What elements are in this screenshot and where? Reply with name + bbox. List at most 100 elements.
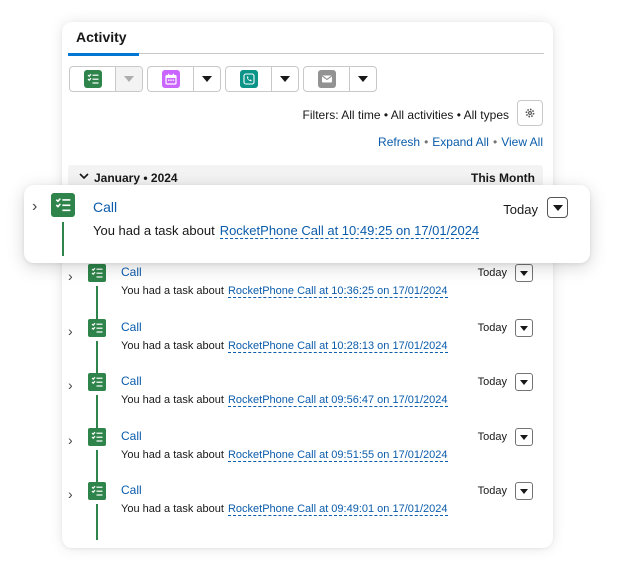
item-subject-link[interactable]: RocketPhone Call at 09:56:47 on 17/01/20…	[227, 394, 448, 407]
item-title-link[interactable]: Call	[121, 265, 142, 279]
expand-chevron-icon[interactable]: ›	[32, 198, 37, 216]
timeline-line	[96, 395, 98, 431]
gear-icon	[525, 108, 535, 118]
item-title-link[interactable]: Call	[121, 429, 142, 443]
timeline-line	[96, 341, 98, 377]
list-item: › Call You had a task about RocketPhone C…	[62, 319, 553, 377]
log-call-split-button	[225, 66, 299, 92]
item-date: Today	[477, 267, 507, 279]
expand-chevron-icon[interactable]: ›	[68, 432, 73, 448]
expand-chevron-icon[interactable]: ›	[68, 268, 73, 284]
item-description: You had a task about RocketPhone Call at …	[121, 285, 448, 298]
item-subject-link[interactable]: RocketPhone Call at 10:36:25 on 17/01/20…	[227, 285, 448, 298]
item-actions-dropdown[interactable]	[515, 319, 533, 337]
chevron-down-icon	[358, 76, 368, 82]
task-icon	[83, 70, 102, 88]
chevron-down-icon	[552, 204, 563, 211]
item-description-text: You had a task about	[121, 394, 224, 406]
item-description-text: You had a task about	[121, 340, 224, 352]
timeline-line	[62, 222, 64, 256]
timeline-line	[96, 450, 98, 486]
tab-activity[interactable]: Activity	[68, 28, 139, 56]
calendar-icon	[161, 70, 180, 88]
item-subject-link[interactable]: RocketPhone Call at 10:49:25 on 17/01/20…	[219, 223, 480, 239]
tab-activity-label: Activity	[76, 29, 127, 45]
item-date: Today	[477, 322, 507, 334]
log-call-button[interactable]	[226, 67, 272, 91]
link-separator: •	[424, 135, 429, 149]
expand-chevron-icon[interactable]: ›	[68, 323, 73, 339]
item-title-link[interactable]: Call	[121, 320, 142, 334]
new-event-dropdown[interactable]	[194, 67, 220, 91]
refresh-link[interactable]: Refresh	[378, 135, 420, 149]
timeline-line	[96, 286, 98, 322]
chevron-down-icon	[520, 379, 528, 385]
new-task-button[interactable]	[70, 67, 116, 91]
task-icon	[51, 193, 75, 217]
new-event-button[interactable]	[148, 67, 194, 91]
item-date: Today	[503, 202, 538, 217]
email-button[interactable]	[304, 67, 350, 91]
item-description-text: You had a task about	[121, 285, 224, 297]
item-title-link[interactable]: Call	[121, 374, 142, 388]
expand-all-link[interactable]: Expand All	[432, 135, 489, 149]
highlighted-list-item: › Call You had a task about RocketPhone C…	[24, 185, 590, 263]
timeline-line	[96, 504, 98, 540]
expand-chevron-icon[interactable]: ›	[68, 486, 73, 502]
item-date: Today	[477, 485, 507, 497]
task-icon	[88, 428, 106, 446]
new-event-split-button	[147, 66, 221, 92]
expand-chevron-icon[interactable]: ›	[68, 377, 73, 393]
list-item: › Call You had a task about RocketPhone C…	[62, 428, 553, 486]
email-icon	[317, 70, 336, 88]
list-item: › Call You had a task about RocketPhone C…	[62, 264, 553, 322]
item-description-text: You had a task about	[93, 223, 215, 238]
month-group-label: January • 2024	[94, 171, 178, 185]
item-description: You had a task about RocketPhone Call at …	[121, 503, 448, 516]
item-actions-dropdown[interactable]	[515, 373, 533, 391]
task-icon	[88, 319, 106, 337]
item-title-link[interactable]: Call	[121, 483, 142, 497]
item-actions-dropdown[interactable]	[515, 482, 533, 500]
new-task-dropdown[interactable]	[116, 67, 142, 91]
log-call-dropdown[interactable]	[272, 67, 298, 91]
item-description: You had a task about RocketPhone Call at …	[121, 394, 448, 407]
tab-bar: Activity	[68, 28, 544, 56]
item-description: You had a task about RocketPhone Call at …	[121, 449, 448, 462]
email-dropdown[interactable]	[350, 67, 376, 91]
month-group-period: This Month	[471, 171, 535, 185]
item-title-link[interactable]: Call	[93, 199, 117, 215]
activity-links: Refresh • Expand All • View All	[378, 135, 543, 149]
chevron-down-icon	[520, 270, 528, 276]
filter-settings-button[interactable]	[517, 100, 543, 126]
item-date: Today	[477, 431, 507, 443]
chevron-down-icon	[202, 76, 212, 82]
phone-icon	[239, 70, 258, 88]
link-separator: •	[492, 135, 498, 149]
task-icon	[88, 373, 106, 391]
chevron-down-icon	[280, 76, 290, 82]
email-split-button	[303, 66, 377, 92]
list-item: › Call You had a task about RocketPhone C…	[62, 482, 553, 540]
item-subject-link[interactable]: RocketPhone Call at 10:28:13 on 17/01/20…	[227, 340, 448, 353]
item-description: You had a task about RocketPhone Call at …	[121, 340, 448, 353]
chevron-down-icon	[79, 173, 89, 180]
view-all-link[interactable]: View All	[501, 135, 543, 149]
item-actions-dropdown[interactable]	[547, 197, 568, 218]
item-description-text: You had a task about	[121, 449, 224, 461]
list-item: › Call You had a task about RocketPhone C…	[62, 373, 553, 431]
item-subject-link[interactable]: RocketPhone Call at 09:49:01 on 17/01/20…	[227, 503, 448, 516]
item-actions-dropdown[interactable]	[515, 428, 533, 446]
item-date: Today	[477, 376, 507, 388]
new-task-split-button	[69, 66, 143, 92]
tab-active-indicator	[68, 53, 139, 56]
task-icon	[88, 264, 106, 282]
task-icon	[88, 482, 106, 500]
item-description-text: You had a task about	[121, 503, 224, 515]
chevron-down-icon	[520, 488, 528, 494]
item-actions-dropdown[interactable]	[515, 264, 533, 282]
item-description: You had a task about RocketPhone Call at …	[93, 223, 480, 239]
chevron-down-icon	[520, 434, 528, 440]
item-subject-link[interactable]: RocketPhone Call at 09:51:55 on 17/01/20…	[227, 449, 448, 462]
filters-summary: Filters: All time • All activities • All…	[302, 108, 509, 122]
